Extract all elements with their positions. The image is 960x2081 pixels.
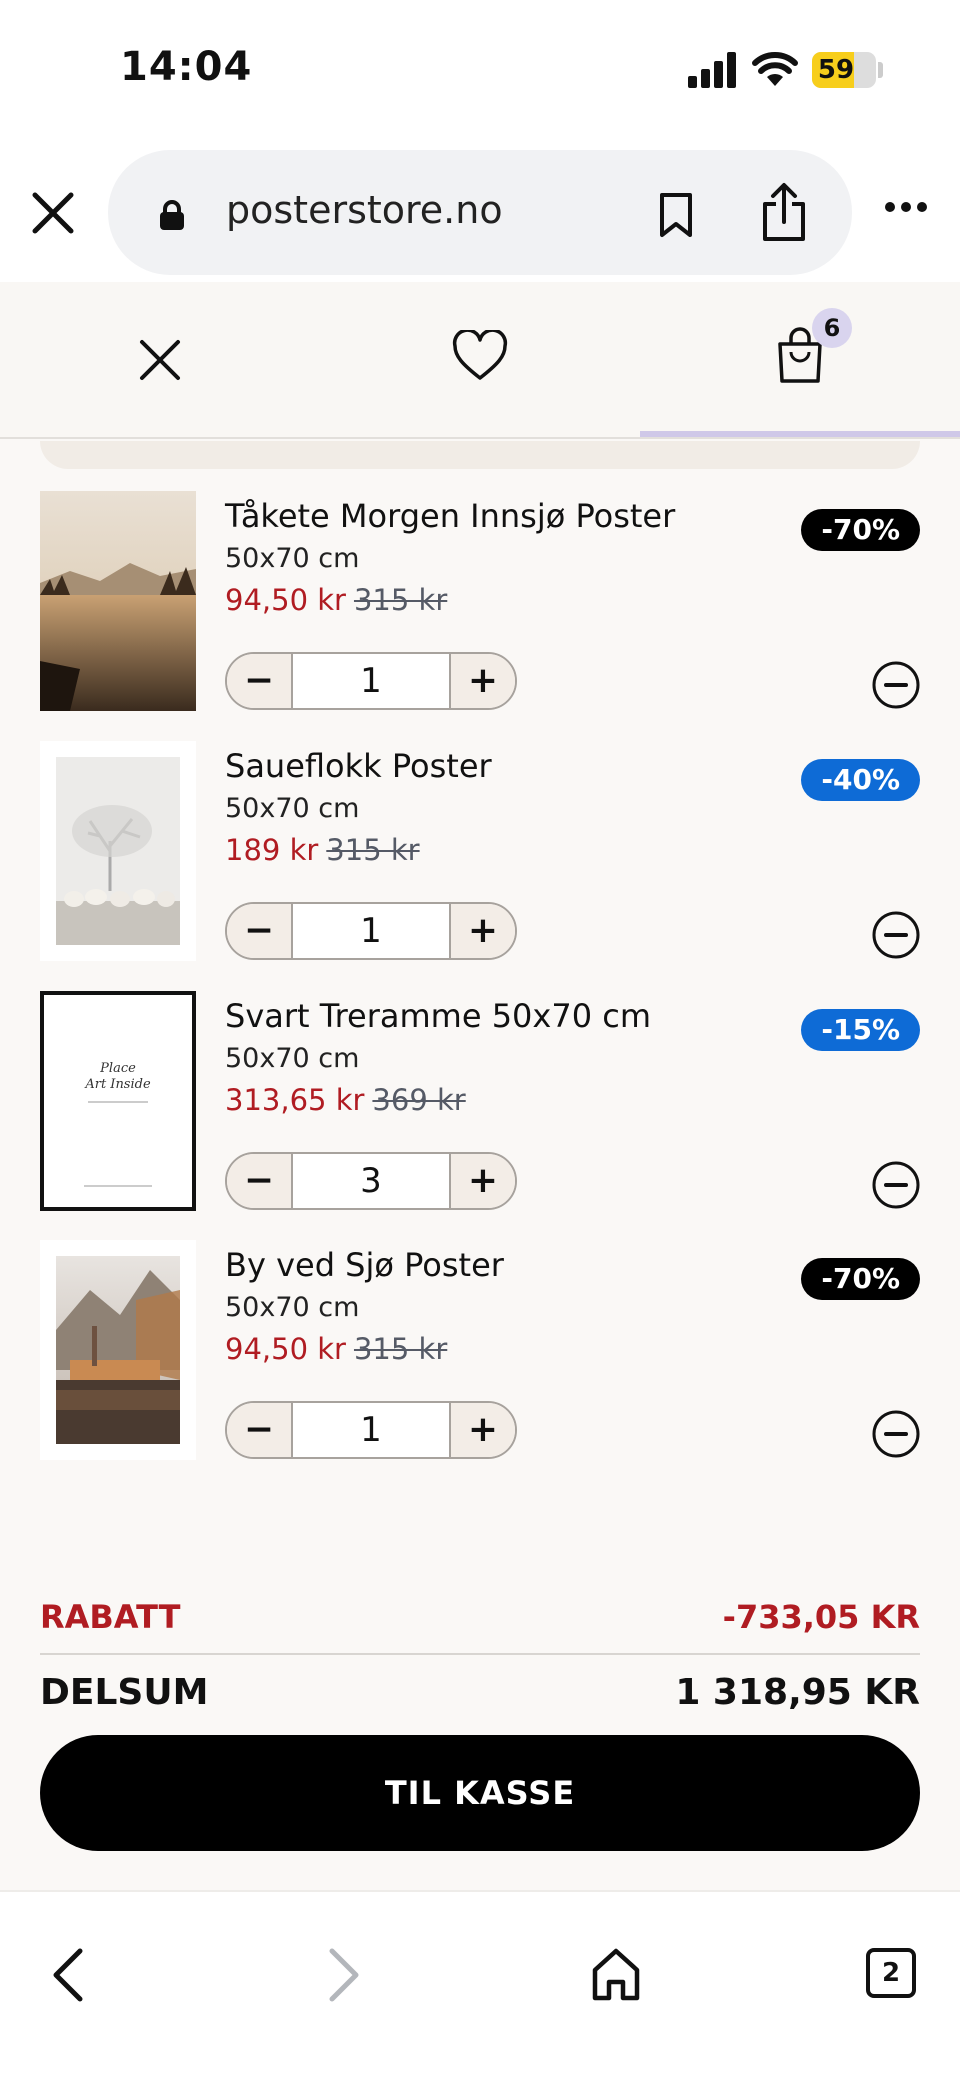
original-price: 315 kr (326, 833, 420, 867)
remove-item-icon[interactable] (871, 910, 921, 960)
cart-item: Saueflokk Poster 50x70 cm 189 kr 315 kr -… (0, 741, 960, 971)
more-options-icon[interactable] (884, 200, 928, 214)
quantity-value[interactable]: 1 (293, 1403, 449, 1457)
remove-item-icon[interactable] (871, 1160, 921, 1210)
product-price: 313,65 kr 369 kr (225, 1083, 466, 1117)
remove-item-icon[interactable] (871, 1409, 921, 1459)
quantity-value[interactable]: 1 (293, 654, 449, 708)
product-price: 94,50 kr 315 kr (225, 1332, 447, 1366)
subtotal-label: DELSUM (40, 1672, 209, 1713)
remove-item-icon[interactable] (871, 660, 921, 710)
sale-price: 94,50 kr (225, 583, 346, 617)
quantity-stepper: − 1 + (225, 902, 517, 960)
original-price: 315 kr (353, 583, 448, 617)
product-size: 50x70 cm (225, 543, 360, 574)
product-image[interactable] (40, 1240, 196, 1460)
discount-label: RABATT (40, 1598, 181, 1636)
quantity-value[interactable]: 3 (293, 1154, 449, 1208)
sale-price: 189 kr (225, 833, 319, 867)
quantity-stepper: − 3 + (225, 1152, 517, 1210)
wifi-icon (752, 52, 798, 86)
share-icon[interactable] (760, 182, 808, 242)
decrease-quantity-button[interactable]: − (227, 904, 293, 958)
decrease-quantity-button[interactable]: − (227, 1154, 293, 1208)
discount-value: -733,05 KR (722, 1598, 920, 1636)
bookmark-icon[interactable] (656, 192, 696, 238)
cart-item: Tåkete Morgen Innsjø Poster 50x70 cm 94,… (0, 491, 960, 721)
quantity-value[interactable]: 1 (293, 904, 449, 958)
product-name[interactable]: Tåkete Morgen Innsjø Poster (225, 497, 675, 535)
product-name[interactable]: By ved Sjø Poster (225, 1246, 504, 1284)
discount-badge: -15% (801, 1009, 920, 1051)
lock-icon (160, 200, 184, 230)
battery-icon: 59 (812, 52, 876, 88)
sale-price: 313,65 kr (225, 1083, 365, 1117)
battery-level: 59 (817, 55, 855, 85)
discount-badge: -70% (801, 509, 920, 551)
cellular-signal-icon (688, 52, 738, 88)
increase-quantity-button[interactable]: + (449, 904, 515, 958)
product-name[interactable]: Svart Treramme 50x70 cm (225, 997, 651, 1035)
product-name[interactable]: Saueflokk Poster (225, 747, 492, 785)
totals-divider (40, 1653, 920, 1655)
browser-bar: posterstore.no (0, 140, 960, 282)
product-size: 50x70 cm (225, 793, 360, 824)
cart-header: 6 (0, 282, 960, 439)
close-icon[interactable] (30, 190, 76, 236)
sale-price: 94,50 kr (225, 1332, 346, 1366)
heart-icon[interactable] (452, 330, 508, 382)
decrease-quantity-button[interactable]: − (227, 1403, 293, 1457)
forward-arrow-icon[interactable] (322, 1946, 366, 2004)
increase-quantity-button[interactable]: + (449, 1154, 515, 1208)
product-image[interactable]: Place Art Inside (40, 991, 196, 1211)
product-price: 94,50 kr 315 kr (225, 583, 447, 617)
cart-count-badge: 6 (812, 308, 852, 348)
back-arrow-icon[interactable] (46, 1946, 90, 2004)
frame-placeholder-line2: Art Inside (85, 1077, 151, 1092)
cart-item: By ved Sjø Poster 50x70 cm 94,50 kr 315 k… (0, 1240, 960, 1470)
status-time: 14:04 (120, 44, 253, 90)
active-tab-indicator (640, 431, 960, 437)
product-price: 189 kr 315 kr (225, 833, 420, 867)
subtotal-value: 1 318,95 KR (675, 1672, 920, 1713)
status-bar: 14:04 59 (0, 0, 960, 140)
quantity-stepper: − 1 + (225, 1401, 517, 1459)
increase-quantity-button[interactable]: + (449, 654, 515, 708)
product-size: 50x70 cm (225, 1043, 360, 1074)
product-image[interactable] (40, 491, 196, 711)
discount-badge: -70% (801, 1258, 920, 1300)
tabs-count-icon[interactable]: 2 (866, 1948, 916, 1998)
home-icon[interactable] (590, 1946, 642, 2002)
frame-placeholder-line1: Place (100, 1061, 136, 1076)
close-cart-icon[interactable] (138, 338, 182, 382)
checkout-button[interactable]: TIL KASSE (40, 1735, 920, 1851)
product-size: 50x70 cm (225, 1292, 360, 1323)
increase-quantity-button[interactable]: + (449, 1403, 515, 1457)
original-price: 315 kr (353, 1332, 448, 1366)
url-text: posterstore.no (226, 188, 503, 232)
cart-banner (40, 441, 920, 469)
browser-toolbar: 2 (0, 1890, 960, 2081)
address-bar[interactable]: posterstore.no (108, 150, 852, 275)
decrease-quantity-button[interactable]: − (227, 654, 293, 708)
discount-badge: -40% (801, 759, 920, 801)
quantity-stepper: − 1 + (225, 652, 517, 710)
cart-item: Place Art Inside Svart Treramme 50x70 cm… (0, 991, 960, 1221)
original-price: 369 kr (372, 1083, 466, 1117)
product-image[interactable] (40, 741, 196, 961)
